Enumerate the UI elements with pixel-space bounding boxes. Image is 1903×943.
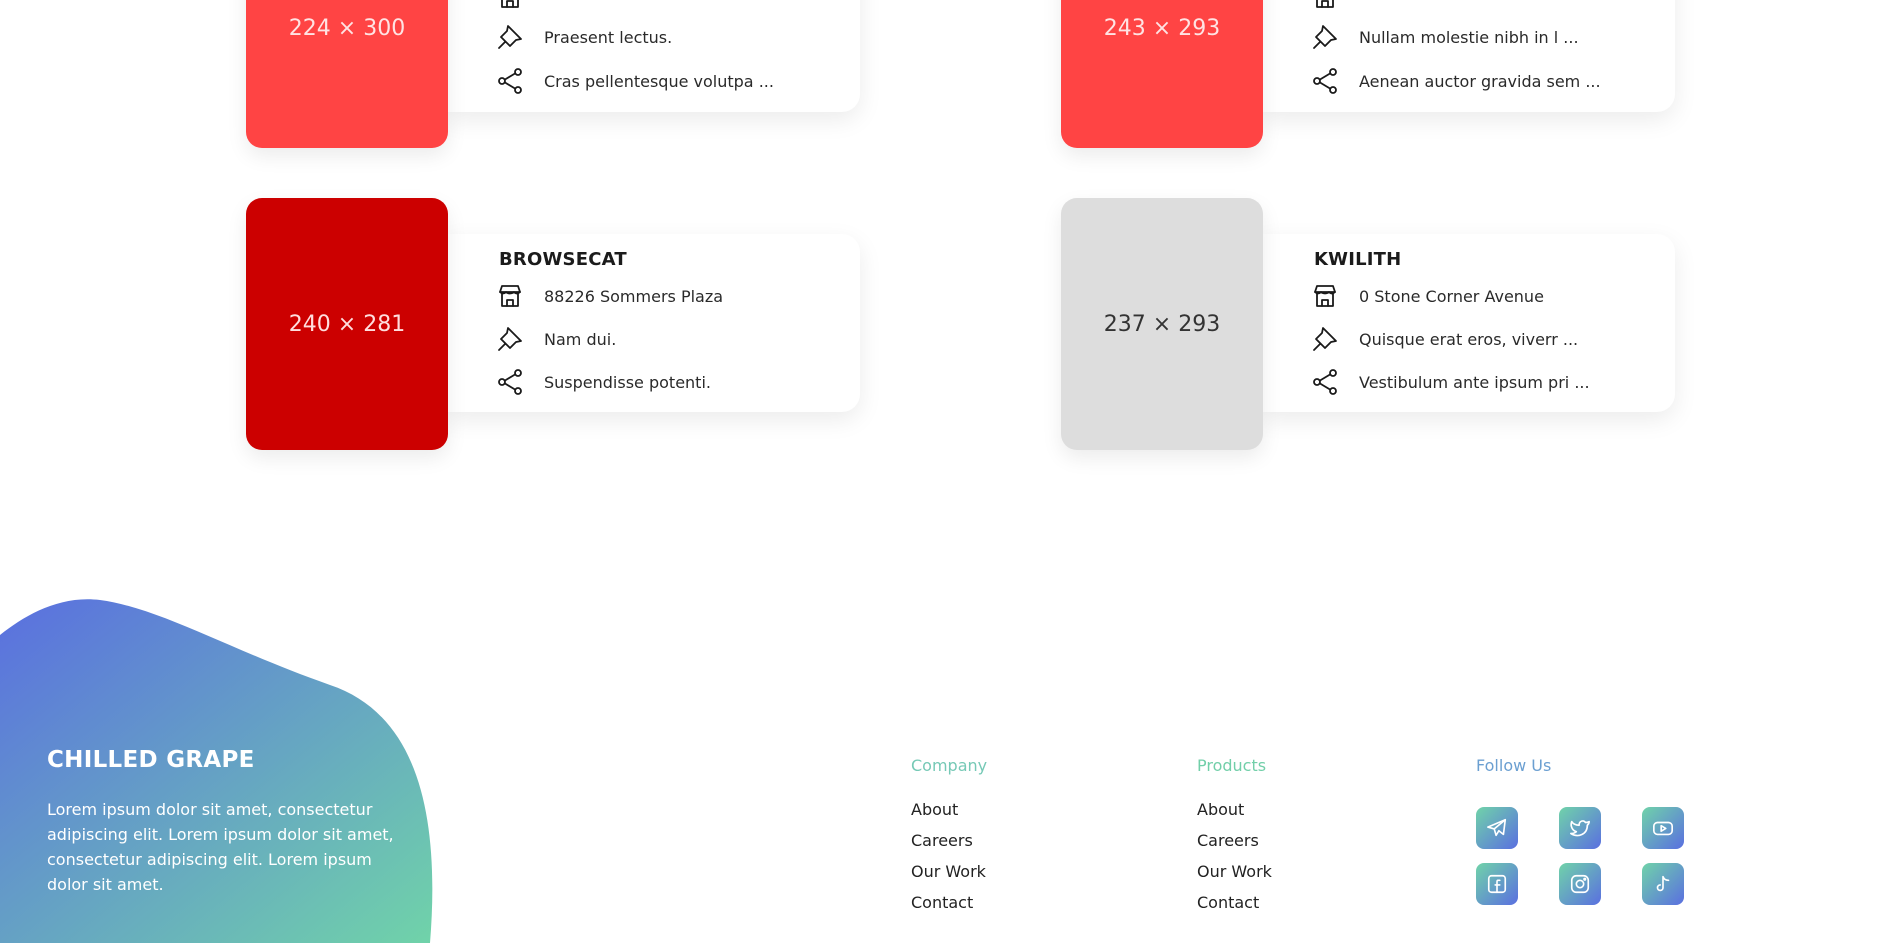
image-size-label: 224 × 300 [288,15,406,41]
products-link-contact[interactable]: Contact [1197,893,1259,912]
follow-heading: Follow Us [1476,756,1552,775]
twitter-button[interactable] [1559,807,1601,849]
products-heading: Products [1197,756,1267,775]
company-link-our-work[interactable]: Our Work [911,862,986,881]
pin-icon [1313,327,1337,351]
card-share-row: Suspendisse potenti. [496,367,711,397]
telegram-button[interactable] [1476,807,1518,849]
card-address: 0 Stone Corner Avenue [1359,286,1544,306]
instagram-button[interactable] [1559,863,1601,905]
share-icon [1313,68,1337,94]
footer-description: Lorem ipsum dolor sit amet, consectetur … [47,800,394,894]
card-pin-text: Nullam molestie nibh in l ... [1359,27,1579,47]
card-title: BROWSECAT [499,249,627,270]
facebook-button[interactable] [1476,863,1518,905]
tiktok-button[interactable] [1642,863,1684,905]
share-icon [498,68,522,94]
card-pin-text: Nam dui. [544,329,617,349]
store-icon [1314,285,1336,307]
pin-icon [498,327,522,351]
company-link-contact[interactable]: Contact [911,893,973,912]
store-icon [499,285,521,307]
products-link-careers[interactable]: Careers [1197,831,1259,850]
image-size-label: 237 × 293 [1103,311,1221,337]
card-title: KWILITH [1314,249,1402,270]
products-link-about[interactable]: About [1197,800,1244,819]
card-share-row: Aenean auctor gravida sem ... [1311,66,1601,96]
card-pin-text: Praesent lectus. [544,27,673,47]
products-link-our-work[interactable]: Our Work [1197,862,1272,881]
card-share-row: Vestibulum ante ipsum pri ... [1311,367,1590,397]
card-pin-row: Nullam molestie nibh in l ... [1311,22,1579,52]
telegram-icon [1487,818,1507,837]
card-image-placeholder: 243 × 293 [1061,0,1263,148]
youtube-button[interactable] [1642,807,1684,849]
company-heading: Company [911,756,988,775]
pin-icon [1313,25,1337,49]
card-address-row: 88226 Sommers Plaza [496,281,723,311]
footer-brand: CHILLED GRAPE [47,747,255,773]
card-address-row [496,0,544,12]
youtube-icon [1653,821,1673,836]
card-share-text: Vestibulum ante ipsum pri ... [1359,372,1590,392]
card-image-placeholder: 224 × 300 [246,0,448,148]
card-share-row: Cras pellentesque volutpa ... [496,66,774,96]
tiktok-icon [1656,875,1670,892]
card-pin-text: Quisque erat eros, viverr ... [1359,329,1579,349]
card-share-text: Cras pellentesque volutpa ... [544,71,774,91]
share-icon [498,369,522,395]
twitter-icon [1570,820,1590,837]
store-icon [1316,0,1334,8]
instagram-icon [1570,874,1590,894]
share-icon [1313,369,1337,395]
card-address-row: 0 Stone Corner Avenue [1311,281,1544,311]
card-pin-row: Quisque erat eros, viverr ... [1311,324,1578,354]
card-address: 88226 Sommers Plaza [544,286,724,306]
card-share-text: Aenean auctor gravida sem ... [1359,71,1601,91]
pin-icon [498,25,522,49]
facebook-icon [1487,874,1507,894]
card-pin-row: Nam dui. [496,324,616,354]
card-image-placeholder: 237 × 293 [1061,198,1263,450]
company-link-about[interactable]: About [911,800,958,819]
card-pin-row: Praesent lectus. [496,22,672,52]
image-size-label: 240 × 281 [288,311,406,337]
card-share-text: Suspendisse potenti. [544,372,711,392]
store-icon [501,0,519,8]
company-link-careers[interactable]: Careers [911,831,973,850]
card-address-row [1311,0,1359,12]
image-size-label: 243 × 293 [1103,15,1221,41]
card-image-placeholder: 240 × 281 [246,198,448,450]
